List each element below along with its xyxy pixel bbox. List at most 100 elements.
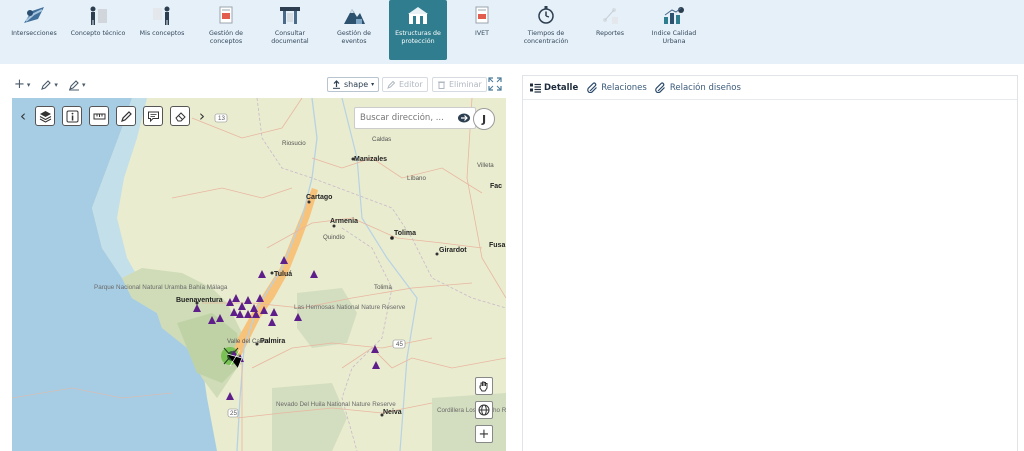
map-label: Riosucio — [282, 140, 306, 147]
tab-detalle[interactable]: Detalle — [529, 82, 578, 94]
tab-label: Detalle — [544, 82, 579, 93]
main-nav: Intersecciones Concepto técnico Mis conc… — [0, 0, 1024, 64]
nav-item-tiempos-de-concentracion[interactable]: Tiempos de concentración — [517, 0, 575, 60]
fullscreen-icon[interactable] — [488, 77, 502, 91]
measure-button[interactable] — [89, 106, 109, 126]
add-feature-dropdown[interactable]: + ▾ — [14, 77, 30, 92]
document-query-icon — [277, 4, 303, 26]
upload-icon — [333, 80, 340, 89]
nav-item-consultar-documental[interactable]: Consultar documental — [261, 0, 319, 60]
map-label: Líbano — [407, 175, 426, 182]
map-label: Neiva — [383, 409, 402, 416]
chevron-down-icon: ▾ — [54, 80, 58, 89]
address-search — [354, 107, 476, 129]
info-button[interactable] — [62, 106, 82, 126]
nav-label: Consultar documental — [271, 30, 309, 45]
zoom-in-button[interactable]: + — [475, 425, 493, 443]
nav-item-mis-conceptos[interactable]: Mis conceptos — [133, 0, 191, 60]
map-label: Tolima — [374, 284, 392, 291]
nav-label: Indice Calidad Urbana — [651, 30, 697, 45]
panel-tabs: Detalle Relaciones Relación diseños — [523, 76, 1017, 100]
nav-item-gestion-de-eventos[interactable]: Gestión de eventos — [325, 0, 383, 60]
pan-button[interactable] — [475, 377, 493, 395]
pen-line-icon — [68, 79, 79, 90]
editor-button-label: Editor — [399, 80, 423, 89]
nav-label: Tiempos de concentración — [523, 30, 569, 45]
paperclip-icon — [655, 82, 667, 94]
nav-item-reportes[interactable]: Reportes — [581, 0, 639, 60]
map-label: Girardot — [439, 247, 467, 254]
basemap — [12, 98, 506, 451]
pencil-icon — [120, 110, 132, 122]
draw-toolbar: + ▾ ▾ ▾ — [14, 77, 85, 92]
delete-button-label: Eliminar — [449, 80, 482, 89]
nav-label: Gestión de conceptos — [209, 30, 243, 45]
user-avatar-button[interactable]: J — [473, 108, 495, 130]
nav-item-concepto-tecnico[interactable]: Concepto técnico — [69, 0, 127, 60]
chevron-right-icon[interactable]: › — [197, 107, 207, 125]
map-label: Quindío — [323, 234, 345, 241]
detail-panel: Detalle Relaciones Relación diseños — [522, 75, 1018, 451]
ivet-icon — [469, 4, 495, 26]
map-view[interactable]: Riosucio Caldas Manizales Villeta Líbano… — [12, 98, 506, 451]
nav-item-intersecciones[interactable]: Intersecciones — [5, 0, 63, 60]
map-label: Tuluá — [274, 271, 293, 278]
map-label: Manizales — [354, 156, 388, 163]
map-label: Fac — [490, 183, 503, 190]
comment-icon — [147, 111, 159, 122]
comment-button[interactable] — [143, 106, 163, 126]
layers-button[interactable] — [35, 106, 55, 126]
map-label: Caldas — [372, 136, 392, 143]
nav-item-gestion-de-conceptos[interactable]: Gestión de conceptos — [197, 0, 255, 60]
plus-icon: + — [14, 77, 25, 92]
pencil-icon — [387, 80, 396, 89]
list-icon — [529, 82, 541, 94]
pen-icon — [41, 79, 52, 90]
nav-item-estructuras-de-proteccion[interactable]: Estructuras de protección — [389, 0, 447, 60]
my-concepts-icon — [149, 4, 175, 26]
nav-label: Concepto técnico — [70, 30, 126, 37]
delete-button[interactable]: Eliminar — [432, 77, 487, 92]
search-go-icon[interactable] — [457, 112, 471, 124]
road-shield-label: 45 — [396, 341, 403, 348]
map-label: Cartago — [306, 194, 333, 201]
tab-relacion-disenos[interactable]: Relación diseños — [655, 82, 741, 94]
trash-icon — [438, 81, 445, 89]
nav-label: IVET — [475, 30, 489, 37]
hand-icon — [479, 381, 488, 392]
map-label: Nevado Del Huila National Nature Reserve — [276, 401, 396, 408]
shape-upload-button[interactable]: shape ▾ — [327, 77, 380, 92]
erase-button[interactable] — [170, 106, 190, 126]
ruler-icon — [93, 113, 105, 119]
nav-label: Mis conceptos — [139, 30, 185, 37]
edit-feature-dropdown[interactable]: ▾ — [40, 79, 58, 91]
nav-label: Intersecciones — [11, 30, 57, 37]
event-management-icon — [341, 4, 367, 26]
globe-icon — [478, 404, 490, 416]
draw-button[interactable] — [116, 106, 136, 126]
shape-button-label: shape — [344, 80, 369, 89]
map-label: Villeta — [477, 162, 494, 169]
concept-management-icon — [213, 4, 239, 26]
address-search-input[interactable] — [360, 113, 446, 123]
paperclip-icon — [586, 82, 598, 94]
road-shield-label: 13 — [218, 115, 225, 122]
nav-item-ivet[interactable]: IVET — [453, 0, 511, 60]
map-label: Fusa — [489, 242, 506, 249]
draw-line-dropdown[interactable]: ▾ — [68, 79, 85, 91]
nav-item-indice-calidad-urbana[interactable]: Indice Calidad Urbana — [645, 0, 703, 60]
tab-relaciones[interactable]: Relaciones — [586, 82, 647, 94]
intersections-icon — [21, 4, 47, 26]
technical-concept-icon — [85, 4, 111, 26]
editor-button[interactable]: Editor — [382, 77, 428, 92]
chevron-left-icon[interactable]: ‹ — [18, 107, 28, 125]
map-label: Palmira — [260, 338, 286, 345]
nav-label: Reportes — [595, 30, 625, 37]
eraser-icon — [174, 111, 186, 121]
map-label: Armenia — [330, 218, 359, 225]
info-icon — [66, 110, 78, 122]
globe-button[interactable] — [475, 401, 493, 419]
road-shield-label: 25 — [230, 410, 237, 417]
stopwatch-icon — [533, 4, 559, 26]
layers-icon — [39, 110, 51, 123]
